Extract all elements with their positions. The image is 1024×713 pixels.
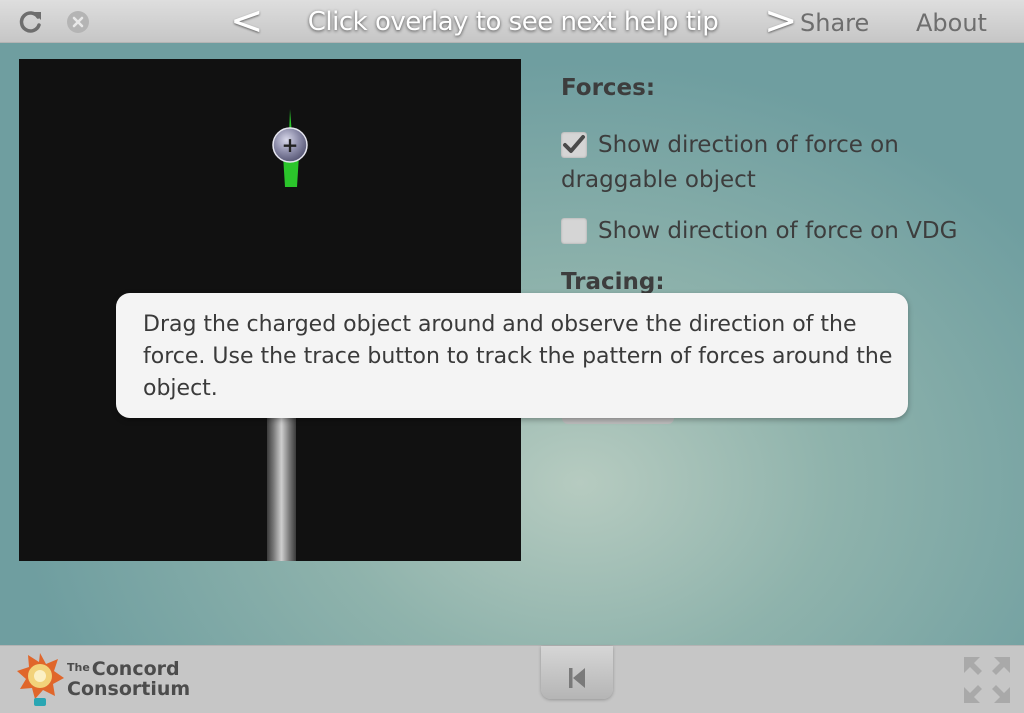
help-overlay-text: Drag the charged object around and obser… <box>143 312 893 401</box>
charge-sign: + <box>282 133 299 157</box>
show-force-on-object-option[interactable]: Show direction of force on draggable obj… <box>561 128 1001 198</box>
previous-tip-button[interactable]: < <box>230 0 264 42</box>
vdg-rod <box>267 414 296 561</box>
show-force-on-vdg-option[interactable]: Show direction of force on VDG <box>561 214 1001 249</box>
show-force-on-object-checkbox[interactable] <box>561 132 587 158</box>
show-force-on-object-label: Show direction of force on draggable obj… <box>561 132 899 193</box>
help-tip-title[interactable]: Click overlay to see next help tip <box>270 4 756 40</box>
reset-to-start-icon <box>569 668 585 688</box>
top-bar: < Click overlay to see next help tip > S… <box>0 0 1024 43</box>
tracing-heading: Tracing: <box>561 269 665 295</box>
close-icon[interactable] <box>66 9 92 35</box>
checkmark-icon <box>563 135 585 153</box>
bottom-bar: The Concord Consortium <box>0 645 1024 713</box>
concord-logo-text: The Concord Consortium <box>67 658 191 700</box>
fullscreen-icon[interactable] <box>962 655 1012 705</box>
reset-button[interactable] <box>541 646 613 699</box>
reload-icon[interactable] <box>18 9 44 35</box>
forces-heading: Forces: <box>561 75 656 101</box>
main-area: + Forces: Show direction of force on dra… <box>0 43 1024 645</box>
concord-logo-icon <box>17 653 64 706</box>
show-force-on-vdg-label: Show direction of force on VDG <box>598 218 958 244</box>
next-tip-button[interactable]: > <box>764 0 798 42</box>
show-force-on-vdg-checkbox[interactable] <box>561 218 587 244</box>
share-link[interactable]: Share <box>800 8 869 38</box>
charged-object[interactable]: + <box>265 107 325 191</box>
about-link[interactable]: About <box>916 8 987 38</box>
help-overlay[interactable]: Drag the charged object around and obser… <box>116 293 908 418</box>
